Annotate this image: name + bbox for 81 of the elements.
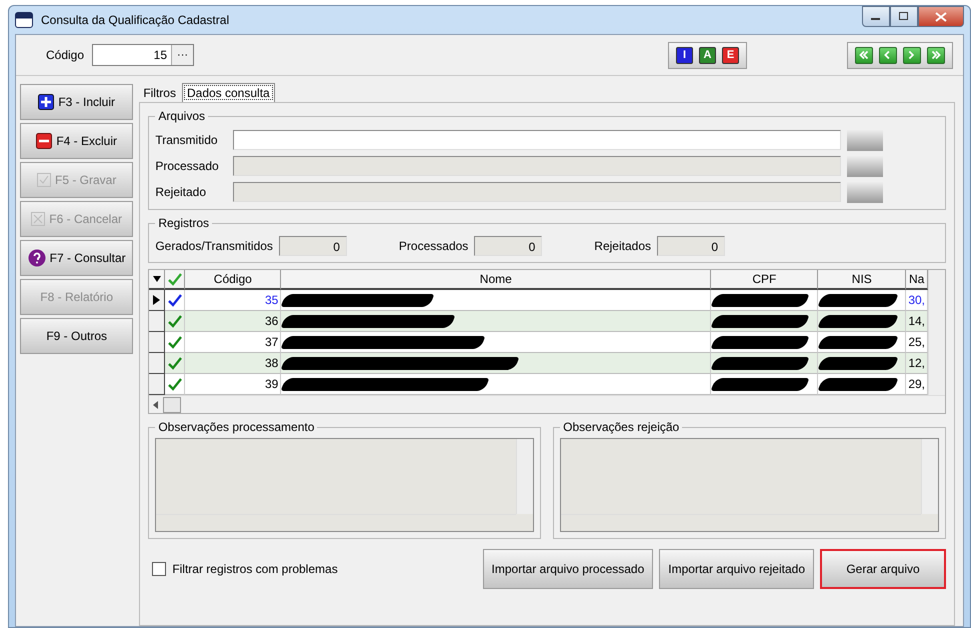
codigo-field[interactable]: 15 ··· — [92, 44, 194, 66]
question-icon — [28, 249, 46, 267]
table-cell: 36 — [185, 311, 282, 332]
scroll-left-icon — [153, 400, 160, 408]
action-button[interactable]: Importar arquivo processado — [482, 549, 654, 589]
column-header[interactable]: NIS — [818, 270, 906, 290]
counter-label: Processados — [398, 239, 468, 253]
column-header[interactable]: CPF — [711, 270, 818, 290]
table-cell: 29, — [906, 374, 928, 395]
plus-icon — [38, 94, 54, 110]
column-header[interactable]: Código — [185, 270, 282, 290]
horizontal-scrollbar[interactable] — [149, 395, 945, 413]
current-row-icon — [153, 295, 160, 305]
tab[interactable]: Dados consulta — [182, 83, 275, 102]
filter-checkbox[interactable]: Filtrar registros com problemas — [148, 562, 477, 576]
tab[interactable]: Filtros — [139, 84, 180, 102]
table-cell: 25, — [906, 332, 928, 353]
table-cell: 12, — [906, 353, 928, 374]
row-selector[interactable] — [149, 353, 166, 374]
checkbox-icon — [36, 173, 51, 187]
check-icon — [168, 272, 182, 286]
codigo-label: Código — [46, 48, 84, 62]
row-selector[interactable] — [149, 332, 166, 353]
sort-down-icon — [152, 276, 161, 282]
window-title: Consulta da Qualificação Cadastral — [41, 13, 230, 27]
scroll-thumb[interactable] — [163, 396, 182, 412]
sidebar-button[interactable]: F4 - Excluir — [20, 123, 134, 159]
minimize-button[interactable] — [862, 6, 890, 27]
table-cell: 38 — [185, 353, 282, 374]
record-button[interactable]: E — [722, 46, 739, 64]
table-cell: 30, — [906, 290, 928, 311]
column-header[interactable]: Na — [906, 270, 928, 290]
counter-label: Gerados/Transmitidos — [155, 239, 273, 253]
observations-textarea[interactable] — [155, 438, 534, 532]
table-cell: 39 — [185, 374, 282, 395]
counter-label: Rejeitados — [594, 239, 651, 253]
nav-button[interactable] — [855, 46, 873, 64]
check-icon — [168, 356, 182, 370]
close-icon — [935, 12, 947, 22]
counter-value: 0 — [474, 236, 542, 256]
check-icon — [168, 314, 182, 328]
column-header[interactable]: Nome — [281, 270, 712, 290]
lookup-button[interactable]: ··· — [171, 45, 194, 65]
check-icon — [168, 293, 182, 307]
double-left-icon — [857, 49, 871, 61]
row-selector[interactable] — [149, 290, 166, 311]
observations-textarea[interactable] — [560, 438, 939, 532]
group-title: Registros — [157, 216, 210, 230]
maximize-icon — [899, 12, 909, 21]
record-button[interactable]: A — [699, 46, 716, 64]
nav-button[interactable] — [879, 46, 897, 64]
minus-icon — [36, 133, 52, 149]
group-title: Arquivos — [157, 109, 206, 123]
action-button[interactable]: Gerar arquivo — [820, 549, 946, 589]
close-button[interactable] — [918, 6, 964, 27]
group-title: Observações processamento — [157, 420, 316, 434]
nav-button[interactable] — [903, 46, 921, 64]
counter-value: 0 — [657, 236, 725, 256]
check-icon — [168, 377, 182, 391]
check-icon — [168, 335, 182, 349]
sidebar-button[interactable]: F3 - Incluir — [20, 84, 134, 120]
field-label: Processado — [155, 159, 220, 173]
row-selector[interactable] — [149, 374, 166, 395]
maximize-button[interactable] — [890, 6, 918, 27]
group-title: Observações rejeição — [562, 420, 680, 434]
field-label: Rejeitado — [155, 185, 208, 199]
counter-value: 0 — [278, 236, 347, 256]
sidebar-button[interactable]: F9 - Outros — [20, 318, 134, 354]
double-right-icon — [929, 49, 943, 61]
cross-icon — [31, 212, 46, 226]
record-button[interactable]: I — [676, 46, 693, 64]
row-selector[interactable] — [149, 311, 166, 332]
table-cell: 37 — [185, 332, 282, 353]
file-path-field[interactable] — [233, 130, 841, 150]
table-cell: 14, — [906, 311, 928, 332]
table-cell: 35 — [185, 290, 282, 311]
sidebar-button[interactable]: F7 - Consultar — [20, 240, 134, 276]
app-icon — [15, 12, 33, 28]
nav-button[interactable] — [927, 46, 945, 64]
action-button[interactable]: Importar arquivo rejeitado — [659, 549, 814, 589]
field-label: Transmitido — [155, 133, 219, 147]
